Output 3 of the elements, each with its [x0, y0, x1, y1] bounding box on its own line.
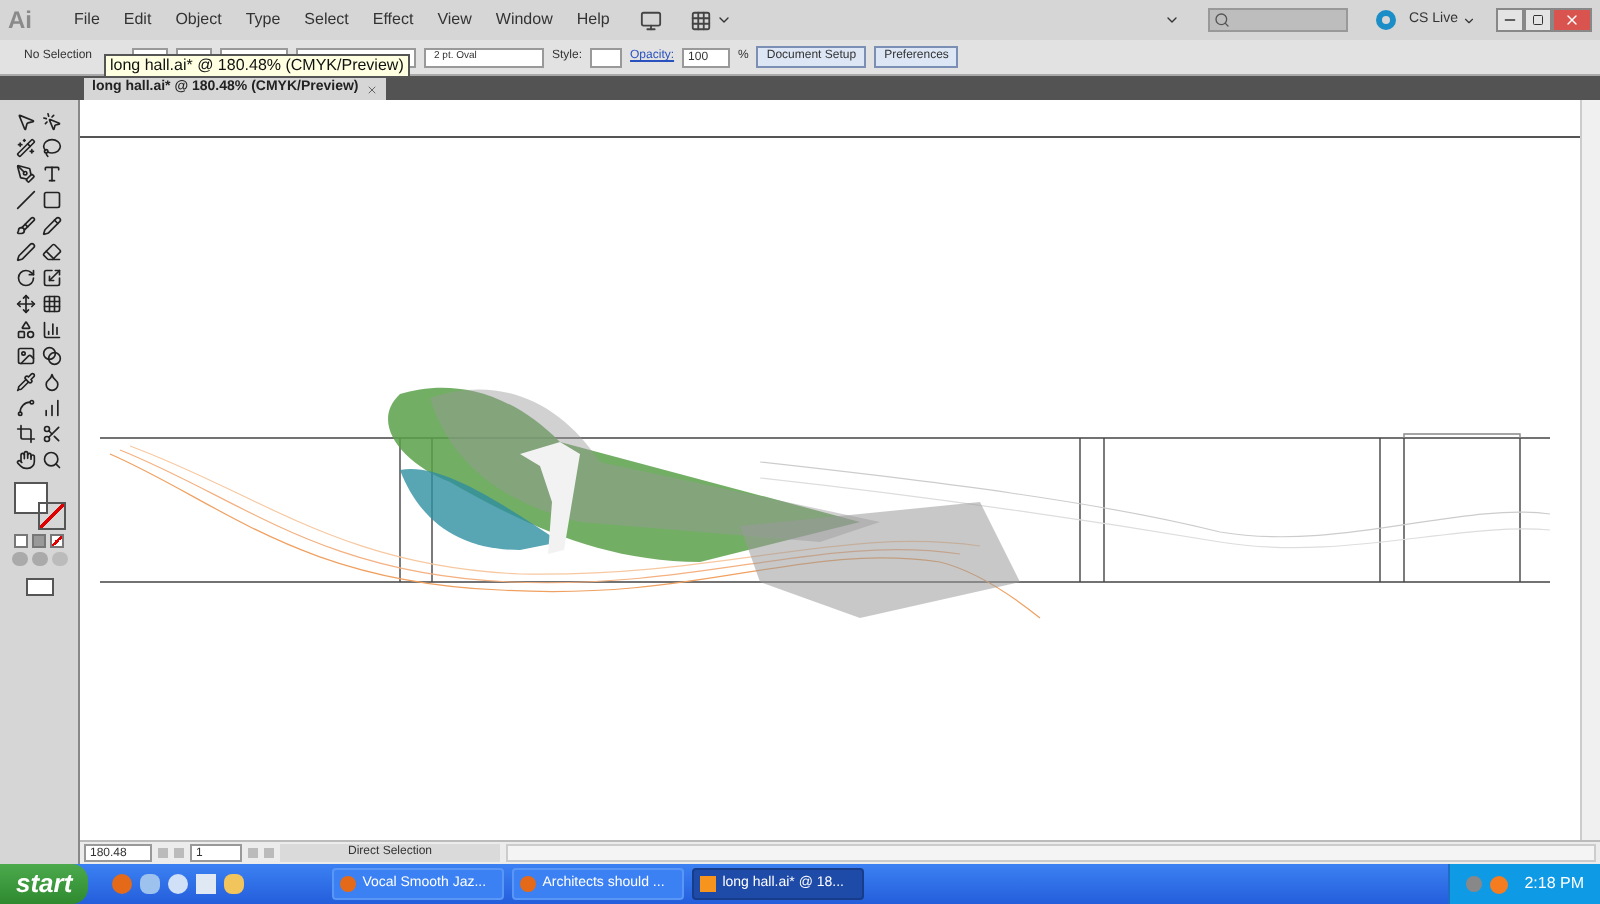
clock: 2:18 PM	[1524, 872, 1584, 896]
app-logo: Ai	[8, 4, 34, 38]
tooltip: long hall.ai* @ 180.48% (CMYK/Preview)	[104, 54, 410, 78]
